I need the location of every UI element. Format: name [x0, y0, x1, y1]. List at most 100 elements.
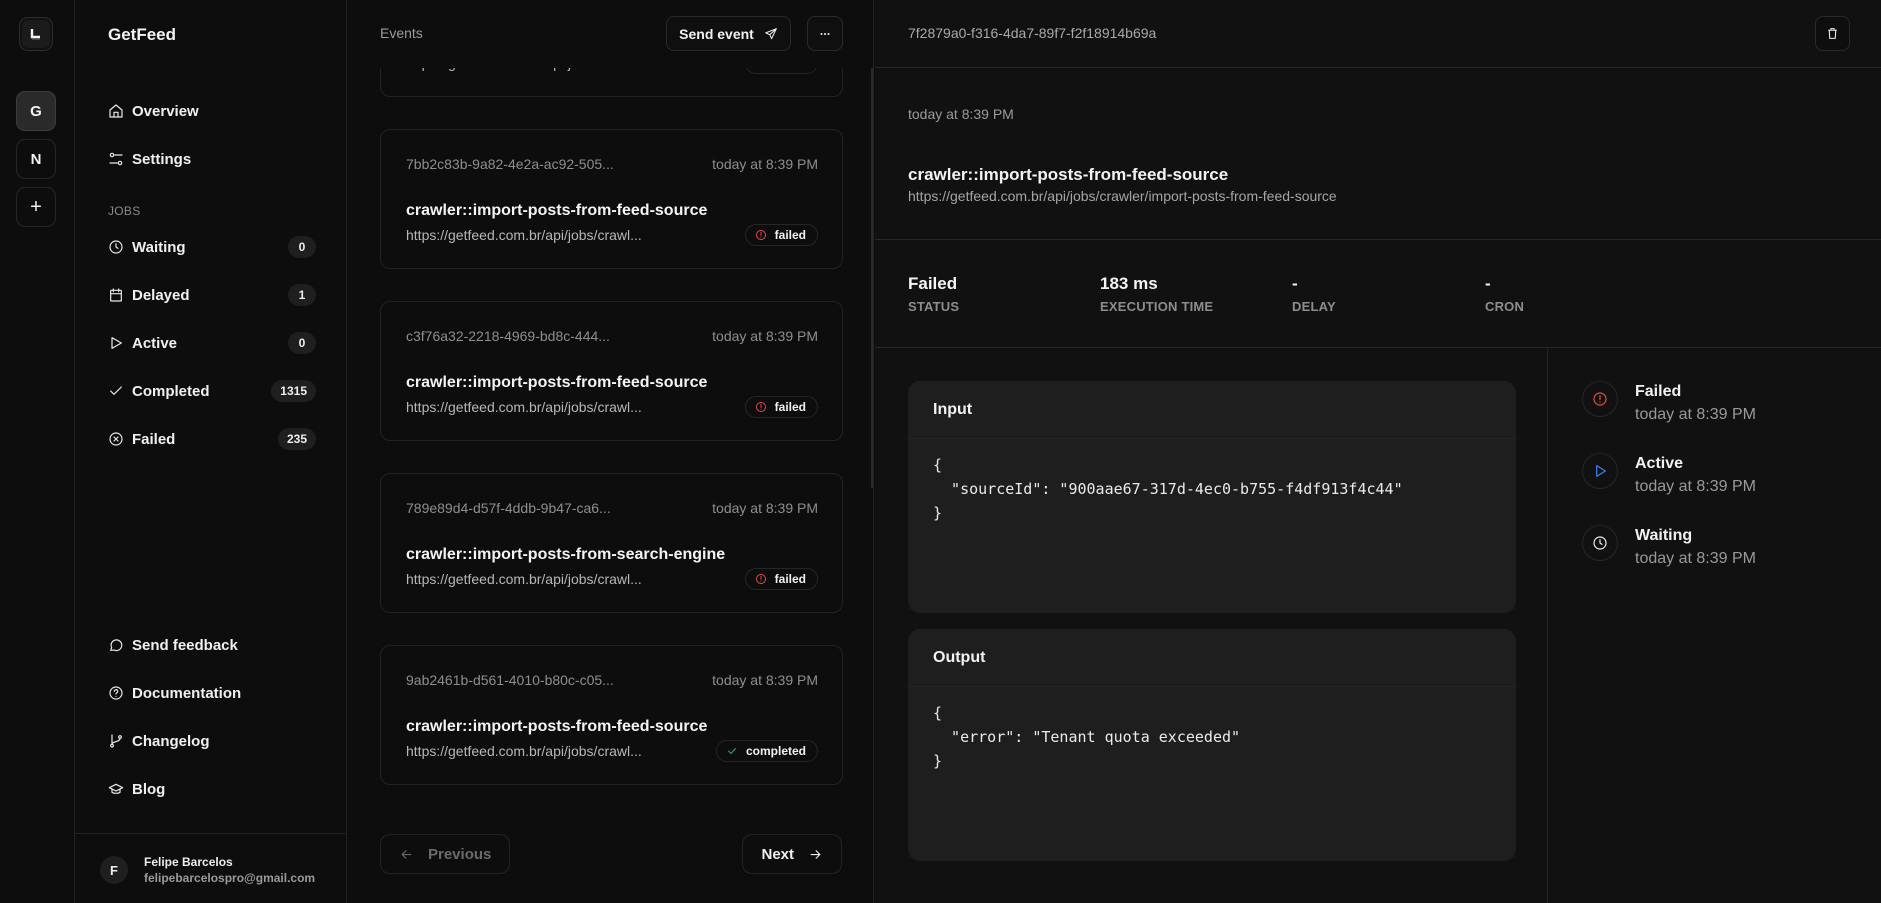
stat-status: Failed STATUS [908, 274, 959, 314]
event-id: 7bb2c83b-9a82-4e2a-ac92-505... [406, 156, 614, 172]
alert-circle-icon [755, 402, 766, 412]
status-badge: failed [744, 224, 818, 246]
sliders-icon [108, 151, 124, 167]
alert-circle-icon [1582, 381, 1618, 417]
detail-header: 7f2879a0-f316-4da7-89f7-f2f18914b69a [875, 0, 1881, 68]
add-workspace-button[interactable]: + [16, 187, 56, 227]
sidebar-item-label: Active [132, 334, 178, 352]
status-badge: failed [744, 568, 818, 590]
event-card[interactable]: 789e89d4-d57f-4ddb-9b47-ca6... today at … [380, 473, 843, 613]
stat-value: - [1485, 274, 1491, 293]
output-card: Output { "error": "Tenant quota exceeded… [908, 629, 1516, 861]
detail-time: today at 8:39 PM [908, 106, 1014, 122]
workspace-button-n[interactable]: N [16, 139, 56, 179]
event-time: today at 8:39 PM [712, 672, 818, 688]
status-badge: failed [744, 396, 818, 418]
sidebar-item-active[interactable]: Active 0 [108, 331, 316, 355]
sidebar-link-label: Changelog [132, 732, 210, 750]
previous-page-button[interactable]: Previous [380, 834, 511, 874]
event-name: crawler::import-posts-from-feed-source [406, 718, 708, 735]
sidebar-link-label: Blog [132, 780, 166, 798]
timeline-item-active: Active today at 8:39 PM [1582, 453, 1842, 509]
previous-label: Previous [428, 845, 492, 863]
calendar-icon [108, 287, 124, 303]
stat-label: EXECUTION TIME [1100, 299, 1214, 314]
timeline-item-waiting: Waiting today at 8:39 PM [1582, 525, 1842, 581]
sidebar-link-send-feedback[interactable]: Send feedback [108, 633, 316, 657]
delete-event-button[interactable] [1815, 16, 1850, 51]
detail-event-id: 7f2879a0-f316-4da7-89f7-f2f18914b69a [908, 25, 1157, 41]
sidebar-item-completed[interactable]: Completed 1315 [108, 379, 316, 403]
sidebar-link-blog[interactable]: Blog [108, 777, 316, 801]
help-circle-icon [108, 685, 124, 701]
stat-delay: - DELAY [1292, 274, 1336, 314]
event-card[interactable]: c3f76a32-2218-4969-bd8c-444... today at … [380, 301, 843, 441]
event-card[interactable]: 7bb2c83b-9a82-4e2a-ac92-505... today at … [380, 129, 843, 269]
detail-stats: Failed STATUS 183 ms EXECUTION TIME - DE… [875, 240, 1881, 348]
events-scrollbar[interactable] [871, 68, 873, 488]
sidebar-item-label: Delayed [132, 286, 190, 304]
send-icon [765, 27, 777, 39]
sidebar-item-failed[interactable]: Failed 235 [108, 427, 316, 451]
user-name: Felipe Barcelos [144, 855, 233, 869]
more-horizontal-icon [820, 32, 830, 35]
event-name: crawler::import-posts-from-feed-source [406, 374, 708, 391]
sidebar-link-documentation[interactable]: Documentation [108, 681, 316, 705]
alert-circle-icon [755, 230, 766, 240]
sidebar-item-overview[interactable]: Overview [108, 99, 316, 123]
status-text: completed [745, 744, 806, 758]
logo-icon [30, 29, 40, 40]
stat-value: Failed [908, 274, 958, 293]
stat-label: STATUS [908, 299, 960, 314]
stat-cron: - CRON [1485, 274, 1524, 314]
status-timeline: Failed today at 8:39 PM Active today at … [1549, 349, 1881, 903]
user-divider [75, 833, 346, 834]
timeline-item-failed: Failed today at 8:39 PM [1582, 381, 1842, 437]
stat-execution-time: 183 ms EXECUTION TIME [1100, 274, 1213, 314]
sidebar-item-waiting[interactable]: Waiting 0 [108, 235, 316, 259]
next-page-button[interactable]: Next [742, 834, 842, 874]
check-icon [727, 748, 736, 754]
event-name: crawler::import-posts-from-search-engine [406, 546, 726, 563]
event-url: https://getfeed.com.br/api/jobs/crawl... [406, 743, 642, 759]
x-circle-icon [108, 431, 124, 447]
event-url: https://getfeed.com.br/api/jobs/crawl... [406, 227, 642, 243]
stat-value: - [1292, 274, 1298, 293]
status-text: failed [774, 572, 806, 586]
event-card[interactable]: 9ab2461b-d561-4010-b80c-c05... today at … [380, 645, 843, 785]
events-title: Events [380, 25, 423, 41]
sidebar-item-settings[interactable]: Settings [108, 147, 316, 171]
play-icon [108, 335, 124, 351]
event-time: today at 8:39 PM [712, 156, 818, 172]
send-event-button[interactable]: Send event [666, 16, 791, 51]
event-id: 9ab2461b-d561-4010-b80c-c05... [406, 672, 614, 688]
status-badge: completed [715, 740, 818, 762]
io-column: Input { "sourceId": "900aae67-317d-4ec0-… [875, 349, 1548, 903]
job-count-badge: 1 [288, 284, 316, 306]
alert-circle-icon [755, 574, 766, 584]
workspace-rail: G N + [0, 0, 75, 903]
app-logo[interactable] [19, 17, 53, 51]
arrow-left-icon [401, 849, 412, 859]
stat-value: 183 ms [1100, 274, 1158, 293]
sidebar-link-label: Send feedback [132, 636, 238, 654]
check-icon [108, 383, 124, 399]
events-header: Events Send event [347, 0, 873, 68]
events-list: crawler::import-posts-from-feed-source h… [380, 0, 843, 817]
output-json[interactable]: { "error": "Tenant quota exceeded" } [908, 687, 1516, 787]
app-root: G N + GetFeed Overview Settings JOBS Wai… [0, 0, 1881, 903]
workspace-button-g[interactable]: G [16, 91, 56, 131]
sidebar-item-label: Settings [132, 150, 192, 168]
sidebar-link-changelog[interactable]: Changelog [108, 729, 316, 753]
timeline-time: today at 8:39 PM [1635, 478, 1756, 495]
brand-name: GetFeed [108, 25, 177, 44]
events-list-panel: crawler::import-posts-from-feed-source h… [347, 0, 874, 903]
timeline-label: Failed [1635, 383, 1682, 400]
sidebar-item-delayed[interactable]: Delayed 1 [108, 283, 316, 307]
more-options-button[interactable] [807, 16, 843, 51]
clock-icon [108, 239, 124, 255]
job-count-badge: 235 [277, 428, 316, 450]
next-label: Next [761, 845, 794, 863]
avatar[interactable]: F [100, 856, 128, 884]
input-json[interactable]: { "sourceId": "900aae67-317d-4ec0-b755-f… [908, 439, 1516, 539]
